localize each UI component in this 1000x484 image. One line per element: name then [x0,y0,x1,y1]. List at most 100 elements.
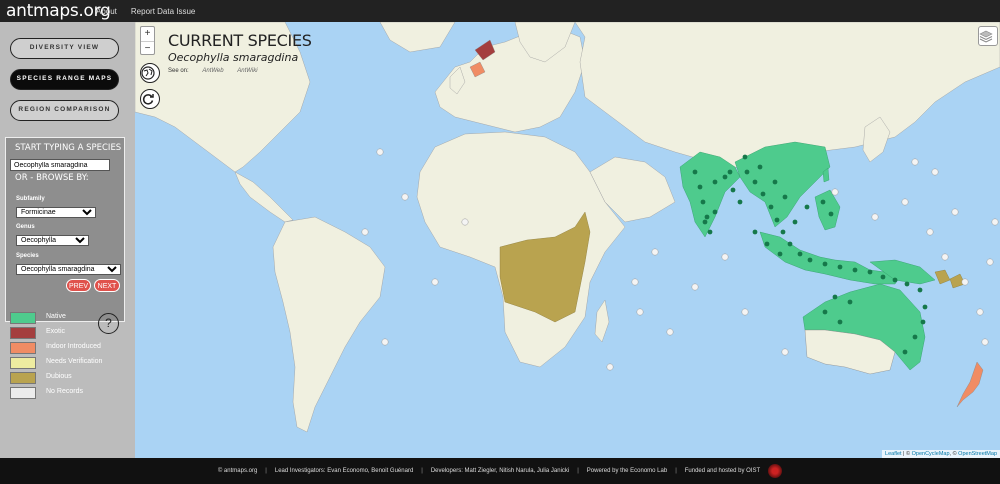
island-region-marker[interactable] [651,248,659,256]
species-select[interactable]: Oecophylla smaragdina [16,264,121,275]
island-region-marker[interactable] [871,213,879,221]
zoom-in-button[interactable]: + [141,27,154,41]
island-region-marker[interactable] [361,228,369,236]
record-point[interactable] [760,191,766,197]
record-point[interactable] [912,334,918,340]
record-point[interactable] [920,319,926,325]
island-region-marker[interactable] [381,338,389,346]
zoom-out-button[interactable]: − [141,41,154,55]
record-point[interactable] [917,287,923,293]
record-point[interactable] [820,199,826,205]
opencyclemap-link[interactable]: OpenCycleMap [912,451,950,457]
record-point[interactable] [852,267,858,273]
oist-logo-icon[interactable] [768,464,783,478]
island-region-marker[interactable] [376,148,384,156]
genus-select[interactable]: Oecophylla [16,235,89,246]
island-region-marker[interactable] [741,308,749,316]
record-point[interactable] [902,349,908,355]
record-point[interactable] [692,169,698,175]
island-region-marker[interactable] [431,278,439,286]
record-point[interactable] [752,229,758,235]
record-point[interactable] [744,169,750,175]
island-region-marker[interactable] [981,338,989,346]
island-region-marker[interactable] [691,283,699,291]
island-region-marker[interactable] [931,168,939,176]
record-point[interactable] [782,194,788,200]
island-region-marker[interactable] [461,218,469,226]
record-point[interactable] [832,294,838,300]
species-range-maps-button[interactable]: SPECIES RANGE MAPS [10,69,119,90]
record-point[interactable] [722,174,728,180]
openstreetmap-link[interactable]: OpenStreetMap [958,451,997,457]
species-search-input[interactable] [10,159,110,171]
nav-about[interactable]: About [96,7,117,16]
record-point[interactable] [822,309,828,315]
record-point[interactable] [697,184,703,190]
record-point[interactable] [780,229,786,235]
map-area[interactable]: + − CURRENT SPECIES Oecophylla smaragdin… [135,22,1000,458]
refresh-icon[interactable] [140,89,160,109]
island-region-marker[interactable] [961,278,969,286]
island-region-marker[interactable] [831,188,839,196]
record-point[interactable] [712,179,718,185]
record-point[interactable] [792,219,798,225]
island-region-marker[interactable] [631,278,639,286]
island-region-marker[interactable] [986,258,994,266]
record-point[interactable] [764,241,770,247]
island-region-marker[interactable] [401,193,409,201]
record-point[interactable] [774,217,780,223]
record-point[interactable] [804,204,810,210]
island-region-marker[interactable] [951,208,959,216]
help-icon[interactable]: ? [98,313,119,334]
record-point[interactable] [822,261,828,267]
prev-button[interactable]: PREV [66,279,91,292]
record-point[interactable] [880,274,886,280]
footer-powered[interactable]: Powered by the Economo Lab [587,468,667,474]
island-region-marker[interactable] [721,253,729,261]
record-point[interactable] [702,219,708,225]
record-point[interactable] [807,257,813,263]
record-point[interactable] [712,209,718,215]
record-point[interactable] [867,269,873,275]
record-point[interactable] [772,179,778,185]
diversity-view-button[interactable]: DIVERSITY VIEW [10,38,119,59]
island-region-marker[interactable] [926,228,934,236]
record-point[interactable] [797,251,803,257]
island-region-marker[interactable] [991,218,999,226]
record-point[interactable] [737,199,743,205]
antweb-link[interactable]: AntWeb [202,68,223,74]
record-point[interactable] [707,229,713,235]
record-point[interactable] [904,281,910,287]
record-point[interactable] [757,164,763,170]
record-point[interactable] [704,214,710,220]
layers-icon[interactable] [978,26,998,46]
nav-report-data-issue[interactable]: Report Data Issue [131,7,195,16]
record-point[interactable] [837,319,843,325]
record-point[interactable] [752,179,758,185]
antwiki-link[interactable]: AntWiki [237,68,257,74]
world-map[interactable] [135,22,1000,458]
island-region-marker[interactable] [636,308,644,316]
footer-funded[interactable]: Funded and hosted by OIST [685,468,760,474]
island-region-marker[interactable] [911,158,919,166]
record-point[interactable] [777,251,783,257]
region-comparison-button[interactable]: REGION COMPARISON [10,100,119,121]
island-region-marker[interactable] [901,198,909,206]
island-region-marker[interactable] [666,328,674,336]
island-region-marker[interactable] [606,363,614,371]
island-region-marker[interactable] [976,308,984,316]
globe-icon[interactable] [140,63,160,83]
leaflet-link[interactable]: Leaflet [885,451,902,457]
site-logo[interactable]: antmaps.org [0,1,111,21]
record-point[interactable] [892,277,898,283]
record-point[interactable] [847,299,853,305]
next-button[interactable]: NEXT [94,279,120,292]
record-point[interactable] [730,187,736,193]
record-point[interactable] [837,264,843,270]
subfamily-select[interactable]: Formicinae [16,207,96,218]
record-point[interactable] [828,211,834,217]
record-point[interactable] [700,199,706,205]
island-region-marker[interactable] [941,253,949,261]
island-region-marker[interactable] [781,348,789,356]
record-point[interactable] [922,304,928,310]
